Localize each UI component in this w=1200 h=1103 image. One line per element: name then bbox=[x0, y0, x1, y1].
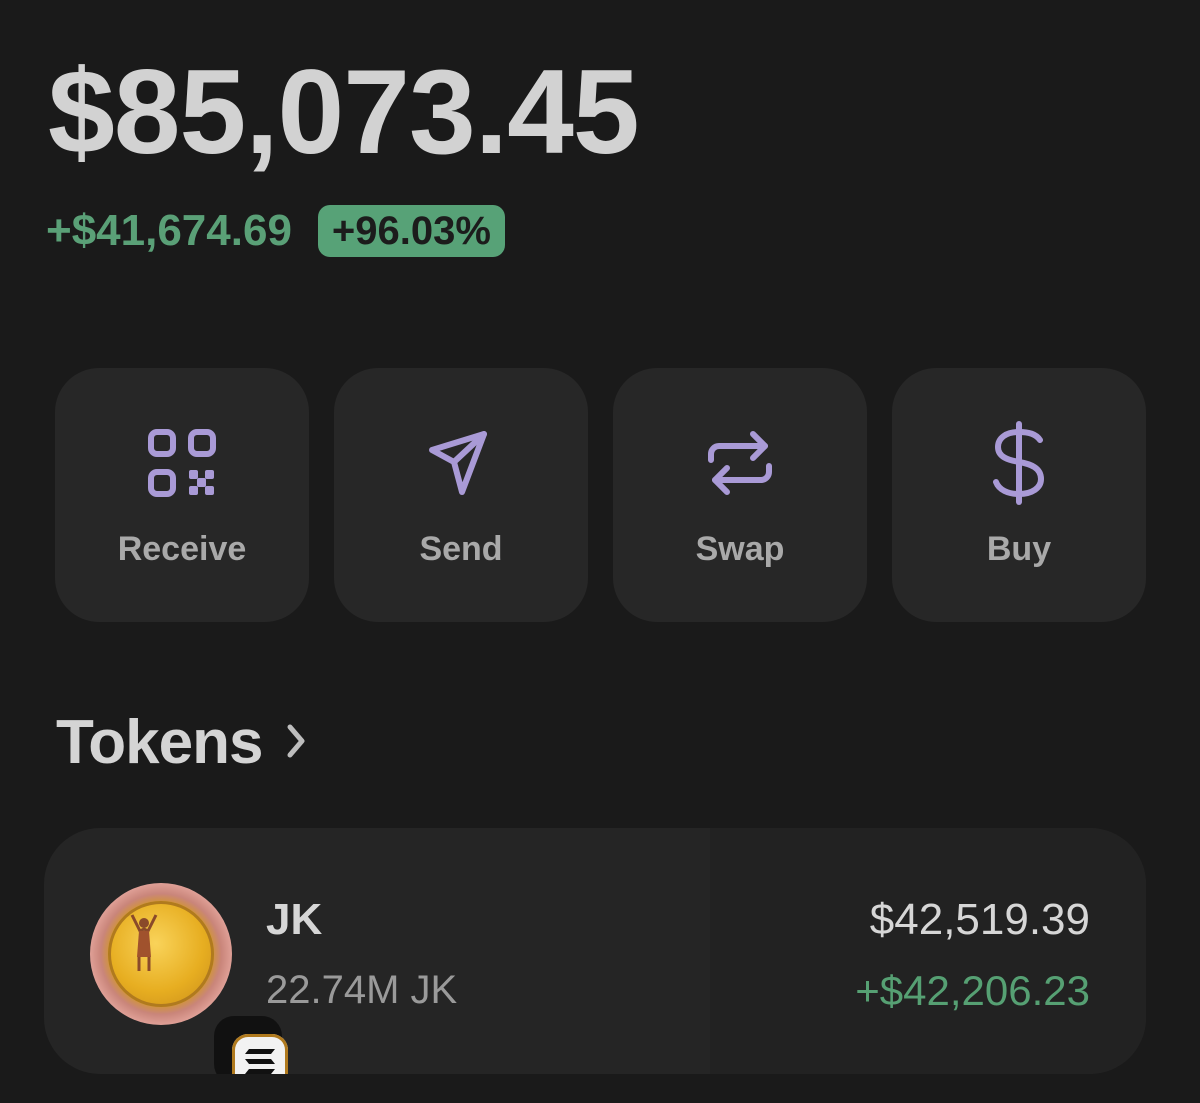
action-bar: Receive Send Swap Buy bbox=[55, 368, 1146, 622]
buy-label: Buy bbox=[986, 530, 1052, 568]
send-label: Send bbox=[419, 530, 503, 568]
change-amount: +$41,674.69 bbox=[46, 206, 292, 255]
solana-icon bbox=[245, 1049, 275, 1074]
token-quantity: 22.74M JK bbox=[266, 968, 458, 1012]
token-name: JK bbox=[266, 895, 323, 944]
receive-label: Receive bbox=[117, 530, 247, 568]
receive-button[interactable]: Receive bbox=[55, 368, 309, 622]
token-change: +$42,206.23 bbox=[855, 967, 1090, 1014]
swap-arrows-icon bbox=[695, 418, 785, 508]
chain-badge bbox=[214, 1016, 288, 1074]
token-avatar bbox=[90, 883, 288, 1074]
tokens-section-header[interactable]: Tokens bbox=[56, 712, 310, 774]
change-percent-badge: +96.03% bbox=[317, 205, 505, 257]
dollar-icon bbox=[974, 418, 1064, 508]
send-button[interactable]: Send bbox=[334, 368, 588, 622]
send-arrow-icon bbox=[416, 418, 506, 508]
portfolio-change: +$41,674.69 +96.03% bbox=[46, 205, 505, 257]
swap-button[interactable]: Swap bbox=[613, 368, 867, 622]
tokens-title: Tokens bbox=[56, 708, 263, 777]
token-row[interactable] bbox=[44, 828, 1146, 1074]
token-value: $42,519.39 bbox=[869, 895, 1090, 944]
buy-button[interactable]: Buy bbox=[892, 368, 1146, 622]
token-figure-icon bbox=[130, 914, 158, 971]
portfolio-balance: $85,073.45 bbox=[48, 45, 640, 179]
qr-code-icon bbox=[137, 418, 227, 508]
chevron-right-icon bbox=[282, 719, 310, 768]
swap-label: Swap bbox=[695, 530, 785, 568]
